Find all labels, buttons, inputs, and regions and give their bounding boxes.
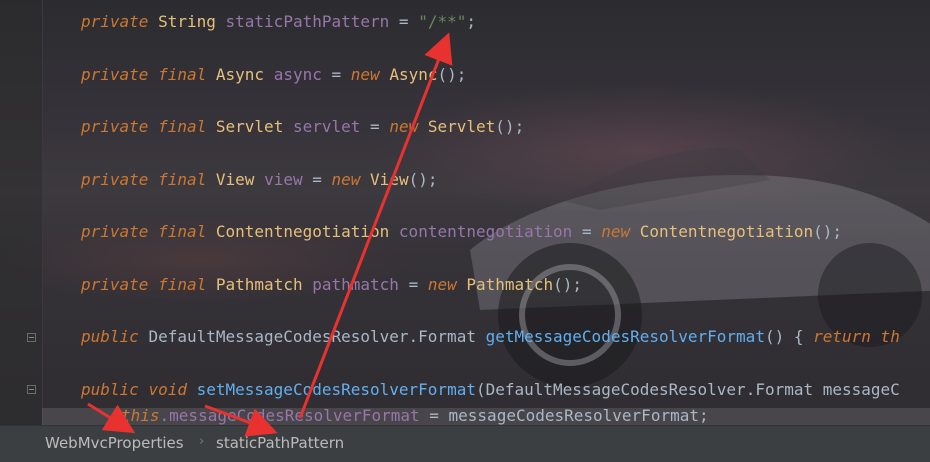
keyword: void: [148, 380, 187, 399]
field-name: servlet: [292, 117, 361, 136]
code-line[interactable]: this.messageCodesResolverFormat = messag…: [121, 406, 709, 425]
keyword: new: [331, 170, 361, 189]
method-name: getMessageCodesResolverFormat: [485, 327, 765, 346]
parameter-list: (DefaultMessageCodesResolver.Format mess…: [475, 380, 900, 399]
breadcrumb-field[interactable]: staticPathPattern: [216, 434, 344, 452]
keyword: this: [121, 406, 160, 425]
type-name: Pathmatch: [215, 275, 303, 294]
operator: =: [389, 12, 419, 31]
keyword: final: [158, 222, 207, 241]
keyword: new: [427, 275, 457, 294]
keyword: final: [158, 170, 207, 189]
keyword: private: [81, 12, 149, 31]
method-name: setMessageCodesResolverFormat: [196, 380, 476, 399]
type-name: String: [158, 12, 216, 31]
punctuation: ();: [495, 117, 525, 136]
string-literal: "/**": [418, 12, 467, 31]
constructor-name: View: [370, 170, 409, 189]
code-line[interactable]: public void setMessageCodesResolverForma…: [81, 380, 900, 400]
punctuation: ();: [813, 222, 843, 241]
field-name: view: [264, 170, 303, 189]
type-name: View: [215, 170, 255, 189]
keyword: final: [158, 65, 207, 84]
operator: =: [572, 222, 602, 241]
keyword: new: [350, 65, 380, 84]
type-name: Contentnegotiation: [215, 222, 390, 241]
type-name: Servlet: [215, 117, 284, 136]
breadcrumb: WebMvcProperties › staticPathPattern: [0, 425, 930, 462]
keyword: private: [81, 65, 149, 84]
code-line[interactable]: private final Async async = new Async();: [81, 65, 466, 85]
punctuation: ();: [437, 65, 467, 84]
operator: =: [398, 275, 428, 294]
punctuation: ();: [553, 275, 582, 294]
code-line[interactable]: private String staticPathPattern = "/**"…: [81, 12, 476, 32]
constructor-name: Async: [389, 65, 438, 84]
field-name: contentnegotiation: [398, 222, 573, 241]
keyword: private: [81, 222, 149, 241]
keyword: private: [81, 170, 149, 189]
field-name: async: [273, 65, 322, 84]
code-line[interactable]: private final Pathmatch pathmatch = new …: [81, 275, 582, 295]
breadcrumb-separator-icon: ›: [199, 434, 205, 449]
operator: =: [360, 117, 390, 136]
breadcrumb-class[interactable]: WebMvcProperties: [45, 434, 184, 452]
keyword: public: [81, 380, 139, 399]
fold-icon[interactable]: [27, 385, 36, 394]
code-editor[interactable]: private String staticPathPattern = "/**"…: [0, 0, 930, 425]
editor-gutter: [0, 0, 43, 425]
field-name: .messageCodesResolverFormat: [159, 406, 420, 425]
fold-icon[interactable]: [27, 333, 36, 342]
keyword: new: [389, 117, 419, 136]
code-line[interactable]: private final Servlet servlet = new Serv…: [81, 117, 524, 137]
constructor-name: Pathmatch: [466, 275, 554, 294]
keyword: final: [158, 117, 207, 136]
assignment: = messageCodesResolverFormat;: [419, 406, 709, 425]
code-line[interactable]: private final View view = new View();: [81, 170, 437, 190]
field-name: staticPathPattern: [225, 12, 390, 31]
constructor-name: Contentnegotiation: [639, 222, 814, 241]
operator: =: [321, 65, 351, 84]
code-line[interactable]: public DefaultMessageCodesResolver.Forma…: [81, 327, 900, 347]
keyword: return th: [813, 327, 900, 346]
constructor-name: Servlet: [427, 117, 496, 136]
keyword: private: [81, 117, 149, 136]
keyword: private: [81, 275, 149, 294]
code-line[interactable]: private final Contentnegotiation content…: [81, 222, 842, 242]
keyword: public: [81, 327, 139, 346]
operator: =: [302, 170, 332, 189]
keyword: final: [158, 275, 207, 294]
punctuation: ();: [408, 170, 438, 189]
type-name: Async: [215, 65, 265, 84]
punctuation: ;: [466, 12, 476, 31]
type-name: DefaultMessageCodesResolver.Format: [148, 327, 476, 346]
keyword: new: [601, 222, 631, 241]
punctuation: () {: [764, 327, 814, 346]
field-name: pathmatch: [312, 275, 399, 294]
